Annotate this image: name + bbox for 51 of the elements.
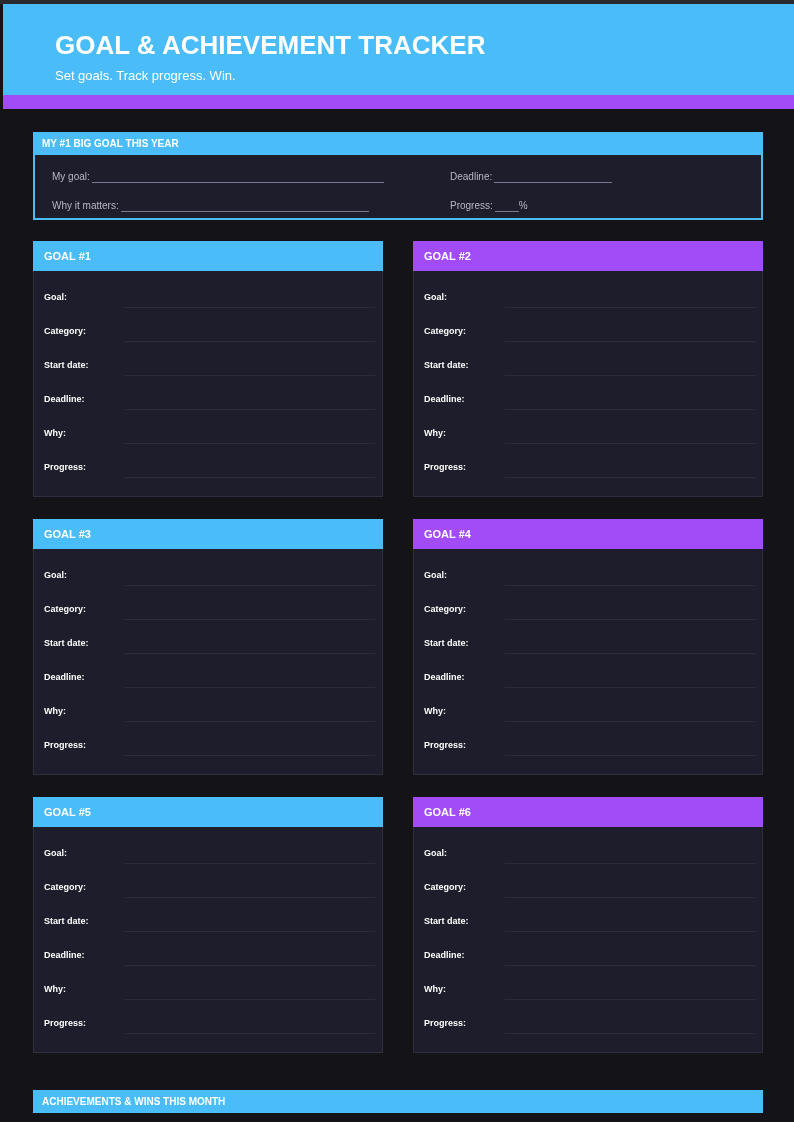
goal-header: GOAL #2	[413, 241, 763, 271]
field-label: Why:	[424, 706, 447, 718]
field-label: Deadline:	[424, 672, 466, 684]
field-label: Progress:	[424, 1018, 468, 1030]
field-label: Why:	[44, 984, 67, 996]
page-subtitle: Set goals. Track progress. Win.	[55, 68, 237, 83]
field-label: Start date:	[44, 916, 90, 928]
field-label: Progress:	[424, 462, 468, 474]
field-label: Why:	[44, 428, 67, 440]
field-label: Start date:	[424, 360, 470, 372]
percent-sign: %	[518, 200, 528, 212]
field-label: Deadline:	[424, 950, 466, 962]
field-label: Goal:	[424, 848, 448, 860]
field-label: Goal:	[424, 292, 448, 304]
field-label: Start date:	[424, 638, 470, 650]
field-label: Category:	[424, 326, 467, 338]
field-label: Why:	[424, 984, 447, 996]
goal-header: GOAL #5	[33, 797, 383, 827]
goal-header: GOAL #6	[413, 797, 763, 827]
goal-header: GOAL #4	[413, 519, 763, 549]
section-header: ACHIEVEMENTS & WINS THIS MONTH	[33, 1090, 763, 1113]
field-label: Why:	[424, 428, 447, 440]
field-label: Why:	[44, 706, 67, 718]
field-label: Progress:	[424, 740, 468, 752]
field-label: Start date:	[44, 360, 90, 372]
field-label: Category:	[44, 882, 87, 894]
field-label: Goal:	[44, 292, 68, 304]
field-label: Goal:	[44, 570, 68, 582]
field-label: Category:	[44, 326, 87, 338]
goal-header: GOAL #1	[33, 241, 383, 271]
field-label: Goal:	[44, 848, 68, 860]
field-label: Deadline:	[44, 950, 86, 962]
field-label: Deadline:	[44, 394, 86, 406]
field-label: My goal:	[52, 171, 90, 183]
field-label: Deadline:	[424, 394, 466, 406]
field-label: Deadline:	[450, 171, 493, 183]
goal-header: GOAL #3	[33, 519, 383, 549]
field-label: Category:	[424, 882, 467, 894]
field-label: Start date:	[44, 638, 90, 650]
field-label: Progress:	[450, 200, 493, 212]
field-label: Category:	[44, 604, 87, 616]
field-label: Progress:	[44, 740, 88, 752]
field-label: Progress:	[44, 462, 88, 474]
field-label: Progress:	[44, 1018, 88, 1030]
field-label: Start date:	[424, 916, 470, 928]
page-title: GOAL & ACHIEVEMENT TRACKER	[55, 30, 487, 60]
field-label: Deadline:	[44, 672, 86, 684]
field-label: Goal:	[424, 570, 448, 582]
field-label: Category:	[424, 604, 467, 616]
section-header: MY #1 BIG GOAL THIS YEAR	[33, 132, 763, 155]
field-label: Why it matters:	[52, 200, 119, 212]
